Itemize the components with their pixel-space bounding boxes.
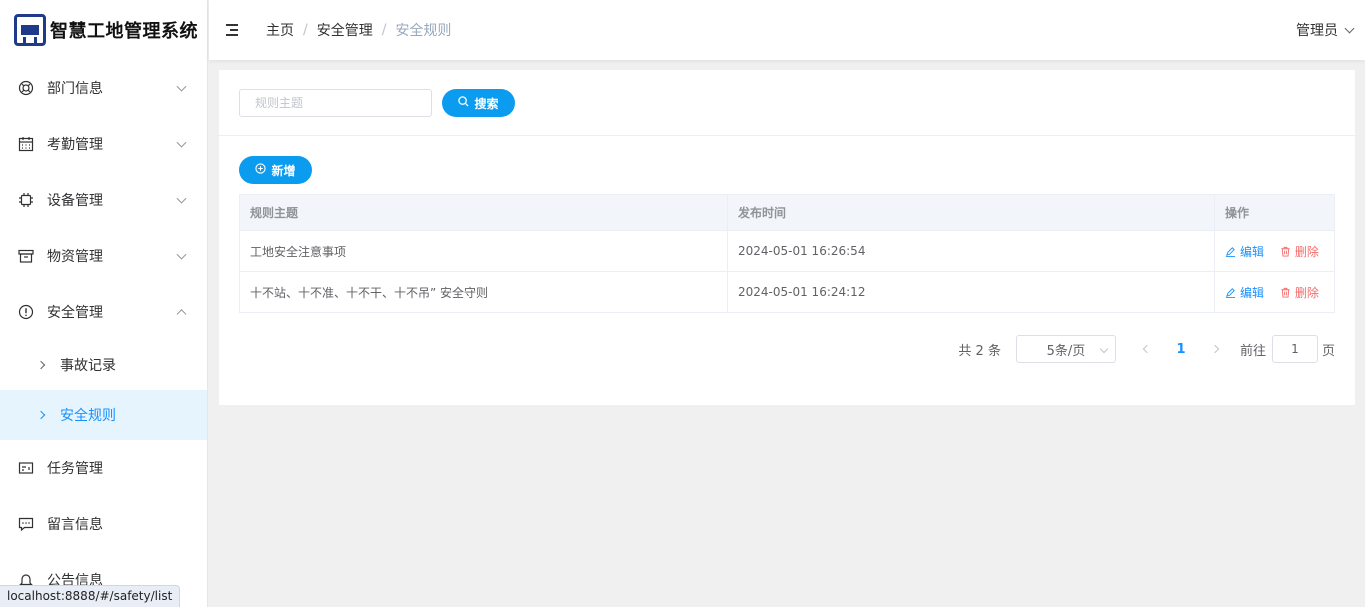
warning-circle-icon <box>18 304 34 320</box>
search-button[interactable]: 搜索 <box>442 89 515 117</box>
chevron-down-icon <box>176 137 187 148</box>
sidebar-item-materials[interactable]: 物资管理 <box>0 228 207 284</box>
cell-actions: 编辑 删除 <box>1214 230 1335 272</box>
breadcrumb: 主页 / 安全管理 / 安全规则 <box>266 20 451 40</box>
column-header-title: 规则主题 <box>239 194 728 231</box>
chevron-right-icon <box>36 410 46 420</box>
breadcrumb-separator: / <box>303 22 308 38</box>
breadcrumb-home[interactable]: 主页 <box>266 20 294 40</box>
user-menu[interactable]: 管理员 <box>1296 0 1355 60</box>
sidebar-item-department[interactable]: 部门信息 <box>0 60 207 116</box>
next-page-button[interactable] <box>1200 335 1230 363</box>
header: 主页 / 安全管理 / 安全规则 管理员 <box>209 0 1365 60</box>
page-number-current[interactable]: 1 <box>1162 342 1200 357</box>
app-title: 智慧工地管理系统 <box>50 21 198 42</box>
trash-icon <box>1280 246 1291 257</box>
edit-icon <box>1225 287 1236 298</box>
chevron-down-icon <box>176 81 187 92</box>
sidebar-item-label: 物资管理 <box>47 249 103 265</box>
user-name: 管理员 <box>1296 23 1338 39</box>
chevron-down-icon <box>1099 344 1109 354</box>
sidebar-item-equipment[interactable]: 设备管理 <box>0 172 207 228</box>
column-header-actions: 操作 <box>1214 194 1335 231</box>
edit-button[interactable]: 编辑 <box>1225 243 1264 260</box>
breadcrumb-current: 安全规则 <box>395 23 452 39</box>
breadcrumb-safety[interactable]: 安全管理 <box>317 20 373 40</box>
chevron-down-icon <box>176 193 187 204</box>
calendar-icon <box>18 136 34 152</box>
main-card: 搜索 新增 规则主题 发布时间 操作 工地安全注意事项 2024-05-01 1… <box>219 70 1355 405</box>
table-header-row: 规则主题 发布时间 操作 <box>239 194 1335 231</box>
add-button-label: 新增 <box>271 163 296 178</box>
sidebar-item-tasks[interactable]: 任务管理 <box>0 440 207 496</box>
sidebar-item-safety[interactable]: 安全管理 <box>0 284 207 340</box>
rules-table: 规则主题 发布时间 操作 工地安全注意事项 2024-05-01 16:26:5… <box>239 194 1335 313</box>
delete-label: 删除 <box>1294 244 1319 259</box>
sidebar-subitem-accident-records[interactable]: 事故记录 <box>0 340 207 390</box>
chevron-down-icon <box>176 249 187 260</box>
cell-time: 2024-05-01 16:26:54 <box>727 230 1215 272</box>
sidebar-subitem-label: 安全规则 <box>60 408 116 424</box>
lifebuoy-icon <box>18 80 34 96</box>
sidebar-item-label: 部门信息 <box>47 81 103 97</box>
table-row: 工地安全注意事项 2024-05-01 16:26:54 编辑 删除 <box>239 230 1335 272</box>
sidebar-item-label: 设备管理 <box>47 193 103 209</box>
chevron-down-icon <box>1344 23 1355 33</box>
cell-time: 2024-05-01 16:24:12 <box>727 271 1215 313</box>
sidebar-item-attendance[interactable]: 考勤管理 <box>0 116 207 172</box>
sidebar: 智慧工地管理系统 部门信息 考勤管理 设备管理 物资管理 安全管理 事故记录 安… <box>0 0 208 607</box>
box-icon <box>18 248 34 264</box>
cell-title: 十不站、十不准、十不干、十不吊” 安全守则 <box>239 271 728 313</box>
edit-label: 编辑 <box>1240 285 1265 300</box>
sidebar-item-label: 考勤管理 <box>47 137 103 153</box>
search-icon <box>458 96 470 110</box>
breadcrumb-separator: / <box>381 22 387 38</box>
pagination: 共 2 条 5条/页 1 前往 页 <box>958 335 1335 363</box>
menu-fold-icon[interactable] <box>226 24 240 36</box>
goto-suffix: 页 <box>1321 343 1335 359</box>
sidebar-item-label: 留言信息 <box>47 517 103 533</box>
cell-actions: 编辑 删除 <box>1214 271 1335 313</box>
page-size-value: 5条/页 <box>1046 343 1086 359</box>
sidebar-subitem-label: 事故记录 <box>60 358 116 374</box>
logo[interactable]: 智慧工地管理系统 <box>0 0 207 60</box>
trash-icon <box>1280 287 1291 298</box>
logo-icon <box>14 14 46 46</box>
search-input[interactable] <box>239 89 432 117</box>
sidebar-item-label: 任务管理 <box>47 461 103 477</box>
search-bar: 搜索 <box>219 70 1355 136</box>
pagination-total: 共 2 条 <box>958 343 1001 359</box>
edit-label: 编辑 <box>1240 244 1265 259</box>
page-size-select[interactable]: 5条/页 <box>1015 335 1116 363</box>
chevron-right-icon <box>36 360 46 370</box>
cell-title: 工地安全注意事项 <box>239 230 728 272</box>
column-header-time: 发布时间 <box>727 194 1215 231</box>
delete-button[interactable]: 删除 <box>1280 243 1319 260</box>
delete-button[interactable]: 删除 <box>1280 284 1319 301</box>
sidebar-item-messages[interactable]: 留言信息 <box>0 496 207 552</box>
goto-page: 前往 页 <box>1240 335 1335 363</box>
status-url: localhost:8888/#/safety/list <box>0 585 181 607</box>
add-button[interactable]: 新增 <box>239 156 312 184</box>
edit-icon <box>1225 246 1236 257</box>
goto-page-input[interactable] <box>1271 335 1318 363</box>
delete-label: 删除 <box>1294 285 1319 300</box>
sidebar-subitem-safety-rules[interactable]: 安全规则 <box>0 390 207 440</box>
chevron-up-icon <box>176 309 187 320</box>
search-button-label: 搜索 <box>474 96 499 111</box>
table-row: 十不站、十不准、十不干、十不吊” 安全守则 2024-05-01 16:24:1… <box>239 271 1335 313</box>
prev-page-button[interactable] <box>1132 335 1162 363</box>
goto-prefix: 前往 <box>1239 343 1266 359</box>
chip-icon <box>18 192 34 208</box>
sidebar-item-label: 安全管理 <box>47 305 103 321</box>
chat-icon <box>18 516 34 532</box>
chevron-left-icon <box>1142 344 1152 354</box>
postcard-icon <box>18 460 34 476</box>
chevron-right-icon <box>1210 344 1220 354</box>
plus-circle-icon <box>255 163 267 177</box>
edit-button[interactable]: 编辑 <box>1225 284 1264 301</box>
